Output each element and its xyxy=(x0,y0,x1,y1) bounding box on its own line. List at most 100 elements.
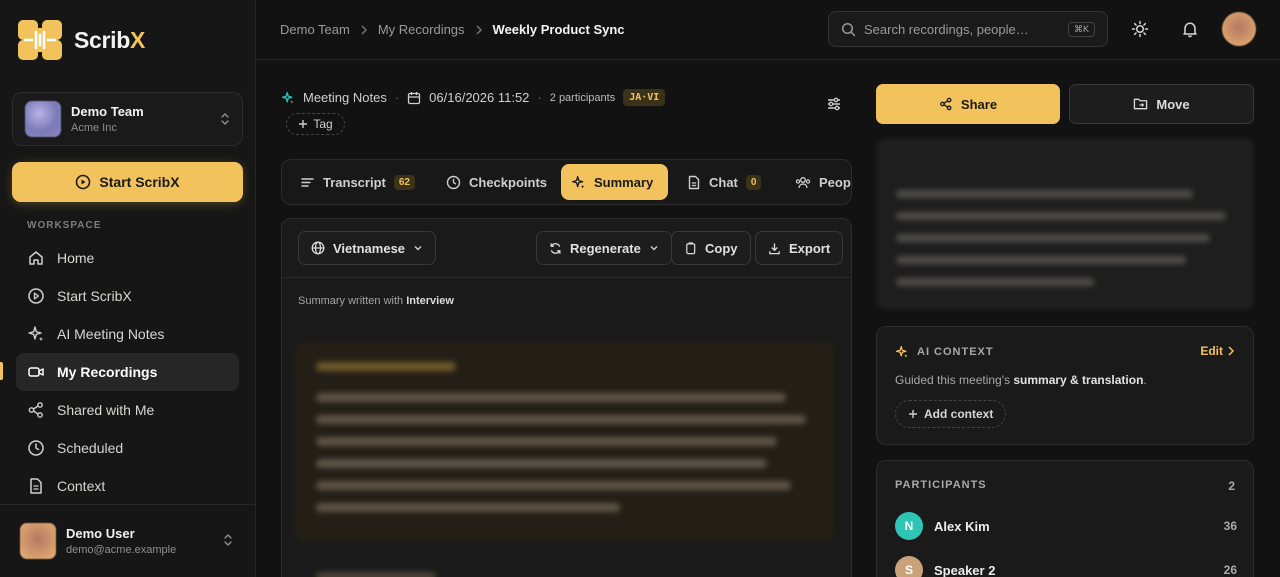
copy-button[interactable]: Copy xyxy=(671,231,751,265)
download-icon xyxy=(769,242,780,254)
start-scribx-button[interactable]: Start ScribX xyxy=(12,162,243,202)
share-icon xyxy=(940,97,952,111)
add-context-button[interactable]: Add context xyxy=(895,400,1007,428)
summary-section-text xyxy=(316,393,806,525)
summary-section-heading xyxy=(316,362,456,371)
sparkle-icon xyxy=(281,91,294,103)
share-label: Share xyxy=(960,96,998,112)
export-button[interactable]: Export xyxy=(755,231,844,265)
meeting-type: Meeting Notes xyxy=(303,90,387,105)
sidebar-item-shared-with-me[interactable]: Shared with Me xyxy=(16,391,239,429)
chevron-down-icon xyxy=(414,246,422,251)
tab-checkpoints[interactable]: Checkpoints xyxy=(436,164,557,200)
regenerate-label: Regenerate xyxy=(570,240,641,256)
sidebar-item-my-recordings[interactable]: My Recordings xyxy=(16,353,239,391)
sidebar-item-label: Context xyxy=(57,478,106,494)
play-circle-icon xyxy=(28,288,44,304)
app-name: ScribX xyxy=(74,26,146,53)
sidebar-item-context[interactable]: Context xyxy=(16,467,239,505)
summary-template-caption: Summary written with Interview xyxy=(298,295,454,307)
sidebar-item-home[interactable]: Home xyxy=(16,239,239,277)
search-placeholder: Search recordings, people… xyxy=(864,21,1029,37)
account-avatar[interactable] xyxy=(1222,12,1256,46)
user-avatar xyxy=(20,523,56,559)
user-name: Demo User xyxy=(66,526,135,541)
sparkle-icon xyxy=(572,175,585,188)
participants-count: 2 xyxy=(1228,479,1235,493)
people-icon xyxy=(795,176,811,188)
search-input[interactable]: Search recordings, people… ⌘K xyxy=(828,11,1108,47)
refresh-icon xyxy=(550,242,561,254)
regenerate-button[interactable]: Regenerate xyxy=(536,231,672,265)
language-select[interactable]: Vietnamese xyxy=(298,231,437,265)
search-shortcut: ⌘K xyxy=(1067,21,1095,37)
folder-move-icon xyxy=(1134,98,1148,110)
ai-context-edit-link[interactable]: Edit xyxy=(1200,344,1235,358)
active-nav-indicator xyxy=(0,362,3,380)
language-badge: JA·VI xyxy=(623,89,666,106)
participants-title: PARTICIPANTS xyxy=(895,479,987,491)
tab-count: 0 xyxy=(745,174,762,190)
divider xyxy=(282,277,851,278)
user-menu[interactable]: Demo User demo@acme.example xyxy=(0,504,255,577)
tab-count: 62 xyxy=(393,174,415,190)
sidebar-item-label: Scheduled xyxy=(57,440,124,456)
tab-label: Summary xyxy=(594,174,654,190)
chevron-down-icon xyxy=(650,246,658,251)
breadcrumb-recordings[interactable]: My Recordings xyxy=(378,22,465,37)
separator-dot: · xyxy=(394,90,400,105)
chevron-up-down-icon xyxy=(224,534,232,546)
share-icon xyxy=(28,402,43,418)
chevron-right-icon xyxy=(476,25,482,34)
video-icon xyxy=(28,367,44,377)
share-button[interactable]: Share xyxy=(876,84,1060,124)
sparkle-icon xyxy=(28,326,43,341)
sun-icon[interactable] xyxy=(1131,20,1149,38)
sidebar-item-scheduled[interactable]: Scheduled xyxy=(16,429,239,467)
logo-mark-icon xyxy=(18,20,62,60)
bell-icon[interactable] xyxy=(1181,20,1199,38)
copy-label: Copy xyxy=(705,240,738,256)
add-tag-button[interactable]: Tag xyxy=(286,113,345,135)
ai-context-description: Guided this meeting's summary & translat… xyxy=(895,373,1147,387)
move-label: Move xyxy=(1156,96,1190,112)
participant-row[interactable]: S Speaker 2 26 xyxy=(895,556,1237,577)
participant-row[interactable]: N Alex Kim 36 xyxy=(895,512,1237,540)
tab-people[interactable]: People xyxy=(785,164,851,200)
summary-next-heading xyxy=(316,572,436,577)
start-scribx-label: Start ScribX xyxy=(99,174,180,190)
tab-chat[interactable]: Chat 0 xyxy=(677,164,771,200)
move-button[interactable]: Move xyxy=(1069,84,1254,124)
language-select-value: Vietnamese xyxy=(333,240,406,256)
participant-name: Alex Kim xyxy=(934,518,990,534)
play-circle-icon xyxy=(76,174,91,190)
tab-transcript[interactable]: Transcript 62 xyxy=(290,164,425,200)
breadcrumb-team[interactable]: Demo Team xyxy=(280,22,350,37)
team-org: Acme Inc xyxy=(71,122,117,134)
participant-count: 2 participants xyxy=(549,91,616,104)
app-logo[interactable]: ScribX xyxy=(16,18,145,62)
chevron-right-icon xyxy=(361,25,367,34)
team-avatar xyxy=(25,101,61,137)
add-context-label: Add context xyxy=(924,407,994,421)
sidebar-item-label: Start ScribX xyxy=(57,288,132,304)
ai-context-card: AI CONTEXT Edit Guided this meeting's su… xyxy=(876,326,1254,445)
user-email: demo@acme.example xyxy=(66,544,177,556)
sidebar-item-ai-meeting-notes[interactable]: AI Meeting Notes xyxy=(16,315,239,353)
export-label: Export xyxy=(789,240,831,256)
tab-label: Checkpoints xyxy=(469,174,548,190)
workspace-section-title: WORKSPACE xyxy=(27,220,102,231)
copy-icon xyxy=(686,241,696,254)
settings-sliders-icon[interactable] xyxy=(826,96,842,112)
globe-icon xyxy=(311,241,325,255)
tab-summary[interactable]: Summary xyxy=(561,164,668,200)
participant-name: Speaker 2 xyxy=(934,562,996,577)
sparkle-icon xyxy=(895,345,908,358)
team-switcher[interactable]: Demo Team Acme Inc xyxy=(12,92,243,146)
home-icon xyxy=(29,251,43,265)
tab-label: Transcript xyxy=(323,174,386,190)
sidebar-item-label: Home xyxy=(57,250,95,266)
participant-avatar: N xyxy=(895,512,923,540)
sidebar-item-start-scribx[interactable]: Start ScribX xyxy=(16,277,239,315)
blurred-preview-text xyxy=(896,190,1226,300)
